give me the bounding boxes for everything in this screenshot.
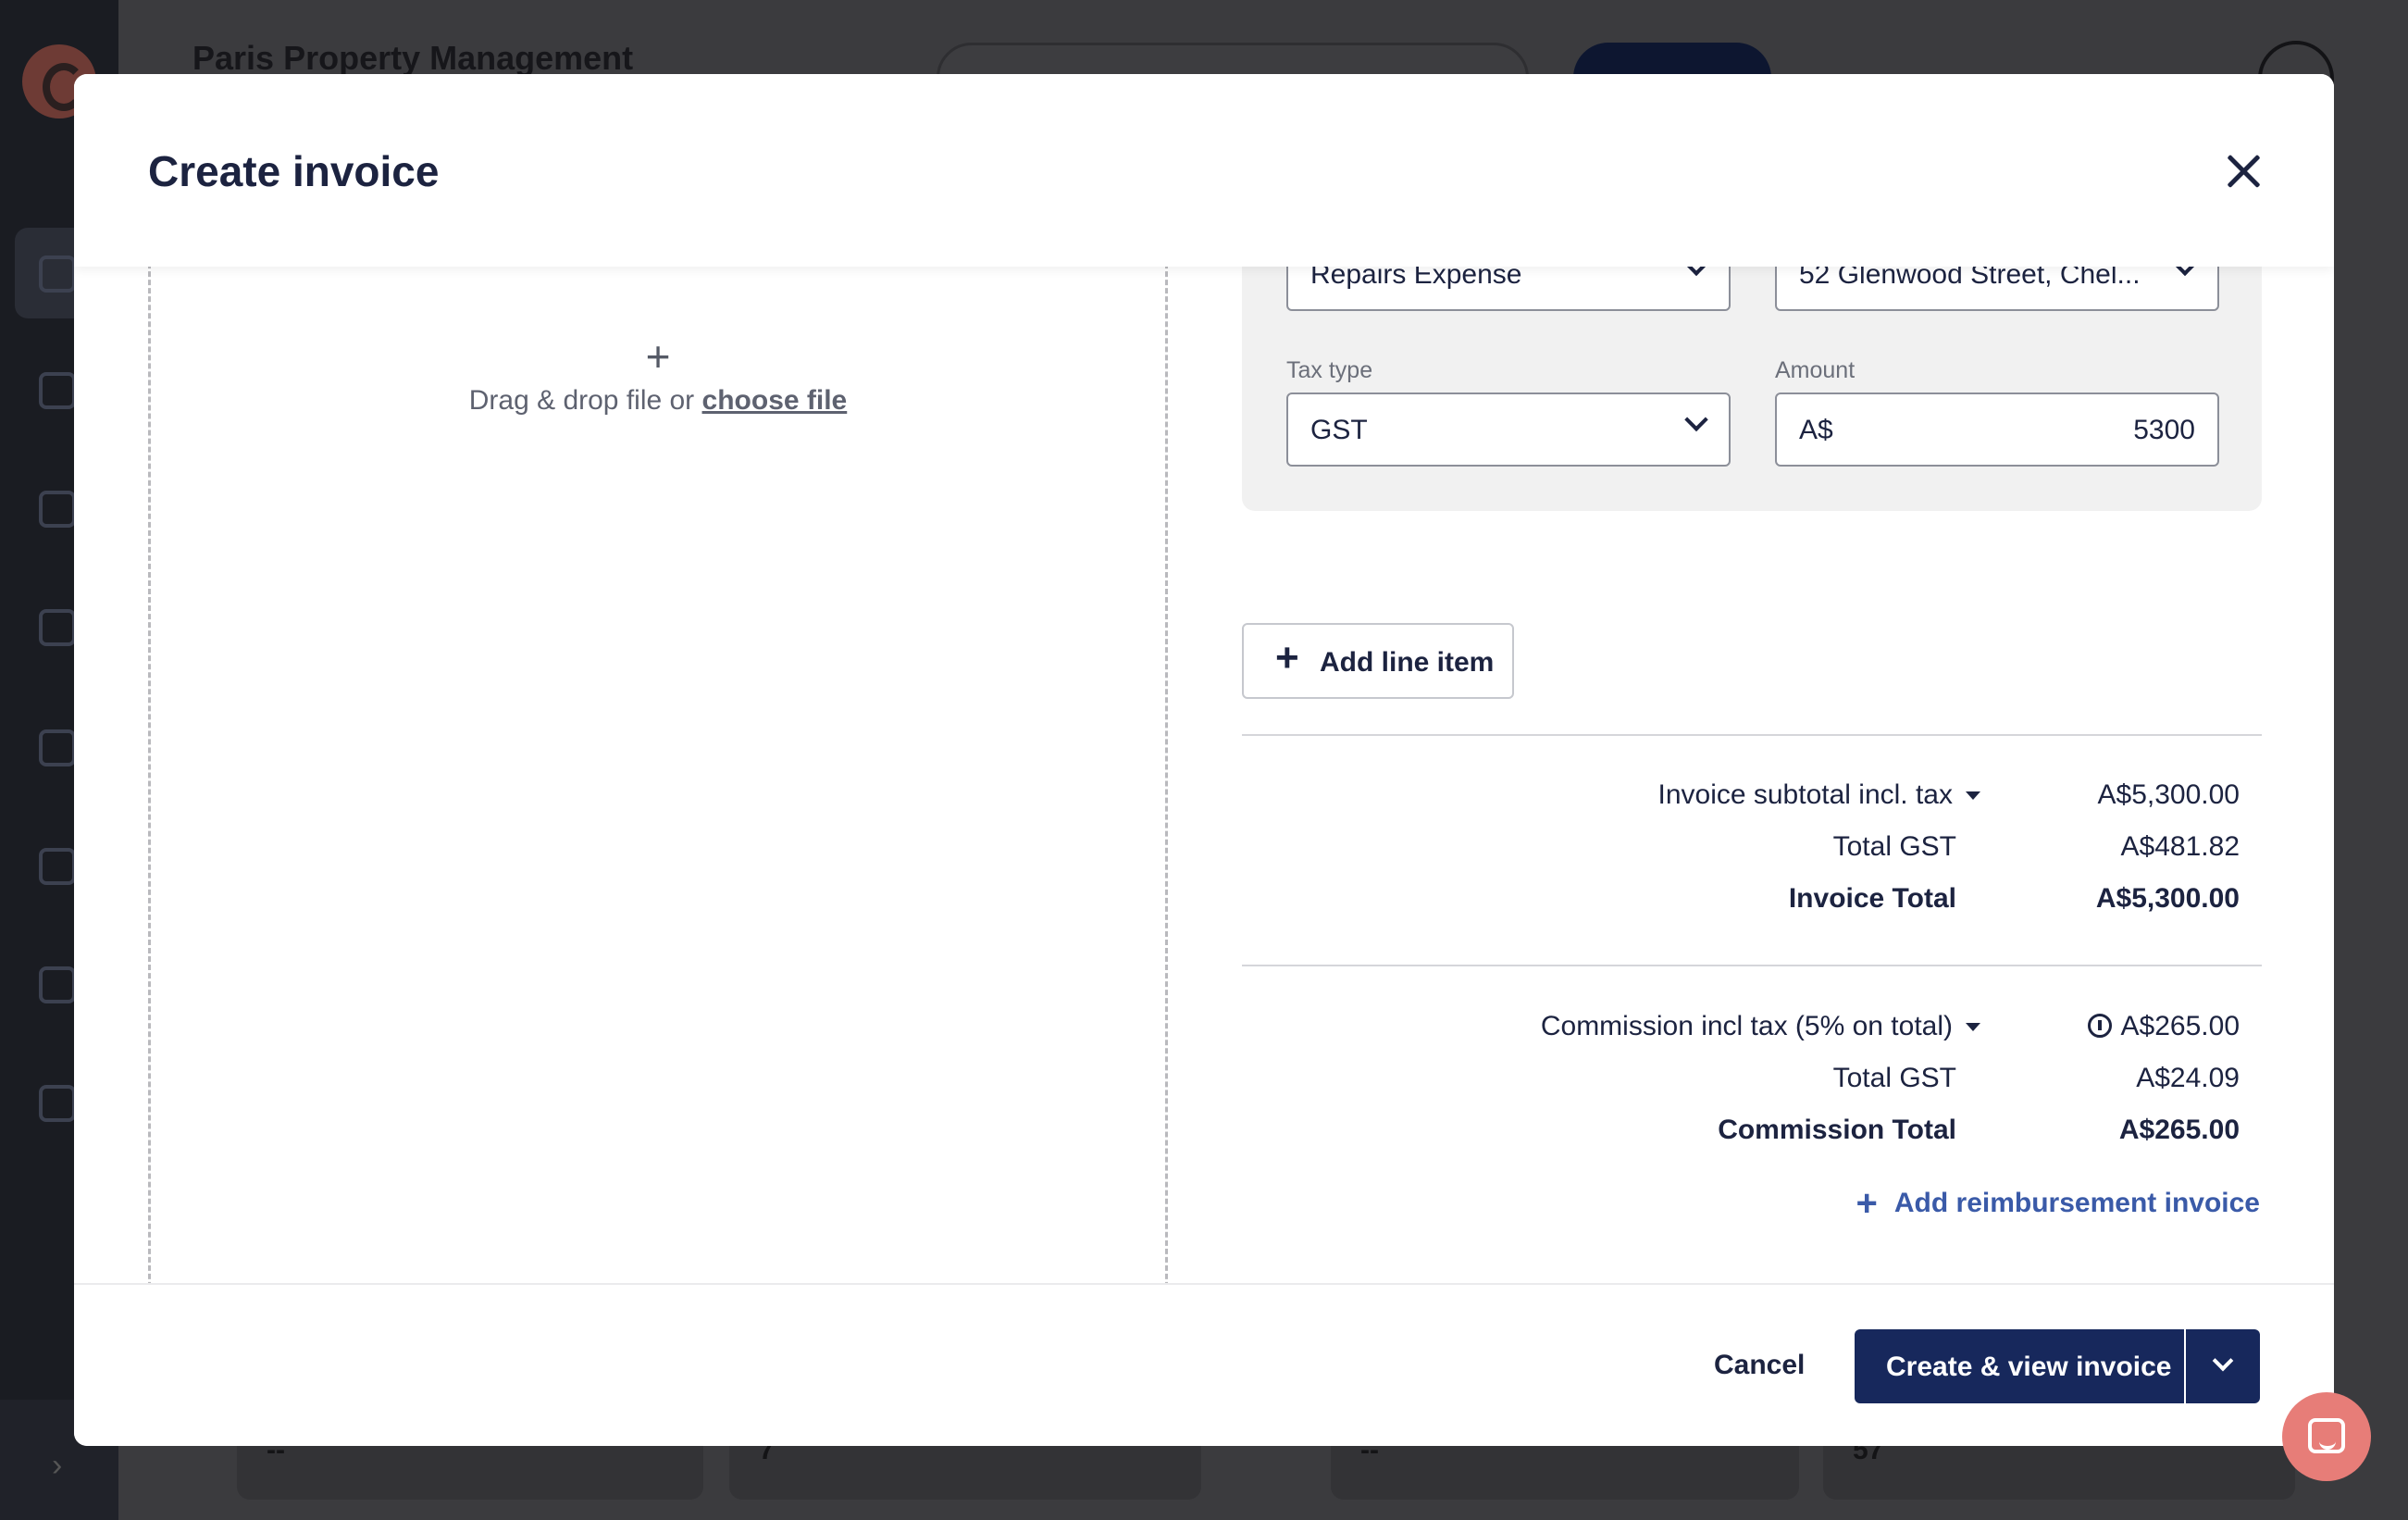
chevron-right-icon: › — [52, 1448, 63, 1483]
caret-down-icon[interactable] — [1966, 791, 1980, 800]
invoice-total-label: Invoice Total — [1788, 883, 1956, 914]
add-reimbursement-invoice-link[interactable]: + Add reimbursement invoice — [1856, 1183, 2260, 1225]
caret-down-icon[interactable] — [1966, 1023, 1980, 1031]
total-gst-label: Total GST — [1832, 831, 1956, 862]
home-icon[interactable] — [39, 372, 76, 409]
create-options-dropdown[interactable] — [2186, 1329, 2260, 1403]
commission-total-label: Commission Total — [1718, 1115, 1956, 1145]
divider — [1242, 965, 2262, 966]
property-select-value: 52 Glenwood Street, Chel... — [1799, 267, 2141, 290]
cancel-button[interactable]: Cancel — [1714, 1350, 1805, 1381]
commission-label[interactable]: Commission incl tax (5% on total) — [1541, 1011, 1980, 1042]
chat-icon — [2308, 1418, 2345, 1453]
amount-value: 5300 — [2133, 415, 2195, 445]
chevron-down-icon — [2212, 1350, 2234, 1372]
commission-value: A$265.00 — [2087, 1011, 2240, 1042]
create-view-invoice-label: Create & view invoice — [1886, 1352, 2172, 1382]
add-line-item-button[interactable]: + Add line item — [1242, 623, 1514, 699]
settings-sliders-icon[interactable] — [39, 1085, 76, 1122]
info-icon[interactable] — [2087, 1014, 2112, 1038]
tax-type-value: GST — [1310, 415, 1368, 445]
choose-file-link[interactable]: choose file — [702, 385, 848, 416]
dropzone-label: Drag & drop file or — [468, 385, 695, 416]
subtotal-row: Invoice subtotal incl. tax A$5,300.00 — [1242, 779, 2262, 816]
dashboard-icon — [39, 255, 76, 293]
report-icon[interactable] — [39, 848, 76, 885]
file-dropzone[interactable]: + Drag & drop file or choose file — [148, 267, 1168, 1313]
plus-icon: + — [1275, 635, 1299, 680]
line-item-panel: Repairs Expense 52 Glenwood Street, Chel… — [1242, 267, 2262, 511]
commission-total-value: A$265.00 — [2118, 1115, 2240, 1145]
chevron-down-icon — [2173, 267, 2197, 277]
users-icon[interactable] — [39, 966, 76, 1003]
dropzone-text: Drag & drop file or choose file — [151, 385, 1165, 417]
invoice-total-row: Invoice Total A$5,300.00 — [1242, 883, 2262, 920]
modal-title: Create invoice — [148, 147, 440, 195]
amount-label: Amount — [1775, 357, 1856, 383]
currency-prefix: A$ — [1799, 415, 1833, 445]
close-icon[interactable] — [2217, 146, 2269, 198]
commission-total-row: Commission Total A$265.00 — [1242, 1115, 2262, 1152]
chevron-down-icon — [1684, 407, 1708, 432]
mail-icon[interactable] — [39, 729, 76, 766]
modal-header: Create invoice — [74, 74, 2334, 267]
chat-launcher-button[interactable] — [2282, 1392, 2371, 1481]
total-gst-row: Total GST A$481.82 — [1242, 831, 2262, 868]
total-gst-value: A$481.82 — [2120, 831, 2240, 862]
divider — [1242, 734, 2262, 736]
account-select[interactable]: Repairs Expense — [1286, 267, 1731, 311]
commission-gst-value: A$24.09 — [2136, 1063, 2240, 1093]
plus-icon: + — [1856, 1183, 1878, 1224]
invoice-total-value: A$5,300.00 — [2095, 883, 2240, 914]
modal-footer: Cancel Create & view invoice — [74, 1283, 2334, 1446]
tax-type-select[interactable]: GST — [1286, 392, 1731, 467]
commission-gst-row: Total GST A$24.09 — [1242, 1063, 2262, 1100]
modal-body: + Drag & drop file or choose file Repair… — [74, 267, 2334, 1357]
plus-icon: + — [645, 332, 671, 380]
add-line-item-label: Add line item — [1320, 647, 1495, 678]
amount-input[interactable]: A$ 5300 — [1775, 392, 2219, 467]
company-name: Paris Property Management — [192, 39, 634, 77]
chevron-down-icon — [1684, 267, 1708, 277]
add-reimbursement-label: Add reimbursement invoice — [1893, 1188, 2260, 1218]
chart-icon[interactable] — [39, 609, 76, 646]
create-invoice-modal: Create invoice + Drag & drop file or cho… — [74, 74, 2334, 1446]
tax-type-label: Tax type — [1286, 357, 1373, 383]
create-view-invoice-button[interactable]: Create & view invoice — [1855, 1329, 2184, 1403]
commission-gst-label: Total GST — [1832, 1063, 1956, 1093]
property-select[interactable]: 52 Glenwood Street, Chel... — [1775, 267, 2219, 311]
account-select-value: Repairs Expense — [1310, 267, 1522, 290]
subtotal-label[interactable]: Invoice subtotal incl. tax — [1657, 779, 1980, 811]
subtotal-value: A$5,300.00 — [2097, 779, 2240, 810]
clipboard-icon[interactable] — [39, 491, 76, 528]
commission-row: Commission incl tax (5% on total) A$265.… — [1242, 1011, 2262, 1048]
